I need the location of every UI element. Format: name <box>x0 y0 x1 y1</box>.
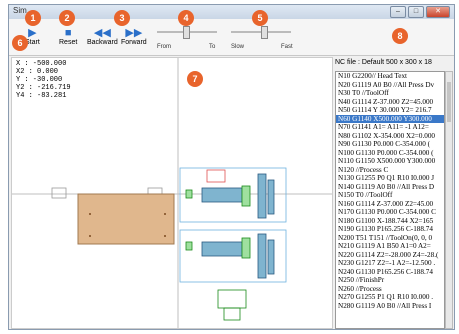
nc-line[interactable]: N190 G1130 P165.256 C-188.74 <box>336 225 444 234</box>
nc-line[interactable]: N230 G1217 Z2=-1 A2=-12.500 . <box>336 259 444 268</box>
nc-code-list[interactable]: N10 G2200// Head Text N20 G1119 A0 B0 //A… <box>335 71 445 329</box>
bottom-green-box <box>223 307 241 321</box>
from-label: From <box>157 44 171 50</box>
range-slider-thumb[interactable] <box>183 26 190 39</box>
nc-line[interactable]: N90 G1130 P0.000 C-354.000 ( <box>336 140 444 149</box>
speed-slider-thumb[interactable] <box>261 26 268 39</box>
nc-line[interactable]: N30 T0 //ToolOff <box>336 89 444 98</box>
marker: 8 <box>392 28 408 44</box>
forward-button[interactable]: ▶▶ Forward <box>121 27 147 46</box>
nc-line[interactable]: N80 G1102 X-354.000 X2=0.000 <box>336 132 444 141</box>
stop-icon: ■ <box>64 27 72 39</box>
nc-line[interactable]: N140 G1119 A0 B0 //All Press D <box>336 183 444 192</box>
lower-spindle <box>201 241 243 257</box>
fast-forward-icon: ▶▶ <box>125 27 143 39</box>
machine-drawing <box>12 58 332 328</box>
panel-hole <box>164 235 166 237</box>
title-bar: Sim... – □ ✕ <box>9 5 454 19</box>
range-slider[interactable] <box>157 26 217 39</box>
nc-line[interactable]: N20 G1119 A0 B0 //All Press Dv <box>336 81 444 90</box>
nc-line[interactable]: N210 G1119 A1 B50 A1=0 A2= <box>336 242 444 251</box>
marker: 1 <box>25 10 41 26</box>
maximize-button[interactable]: □ <box>408 6 424 18</box>
lower-vertical-unit <box>267 239 275 275</box>
nc-line[interactable]: N270 G1255 P1 Q1 R10 I0.000 . <box>336 293 444 302</box>
reset-label: Reset <box>59 39 78 46</box>
simulator-window: Sim... – □ ✕ ▶ Start ■ Reset ◀◀ Backward… <box>8 4 455 330</box>
nc-line[interactable]: N170 G1130 P0.000 C-354.000 C <box>336 208 444 217</box>
nc-line[interactable]: N10 G2200// Head Text <box>336 72 444 81</box>
nc-line[interactable]: N260 //Process <box>336 285 444 294</box>
nc-panel: NC file : Default 500 x 300 x 18 N10 G22… <box>335 57 453 329</box>
forward-label: Forward <box>121 39 147 46</box>
upper-spindle <box>201 187 243 203</box>
nc-line[interactable]: N110 G1150 X500.000 Y300.000 <box>336 157 444 166</box>
upper-green-block <box>241 185 251 207</box>
lower-vertical-unit <box>257 233 267 279</box>
speed-slider[interactable] <box>231 26 291 39</box>
nc-line[interactable]: N130 G1255 P0 Q1 R10 I0.000 J <box>336 174 444 183</box>
bottom-green-box <box>217 289 247 309</box>
left-clamp <box>51 187 67 199</box>
simulation-canvas[interactable]: X : -500.000 X2 : 0.000 Y : -30.000 Y2 :… <box>11 57 333 329</box>
backward-button[interactable]: ◀◀ Backward <box>87 27 118 46</box>
backward-label: Backward <box>87 39 118 46</box>
nc-line[interactable]: N40 G1114 Z-37.000 Z2=45.000 <box>336 98 444 107</box>
slow-label: Slow <box>231 44 245 50</box>
nc-line[interactable]: N60 G1140 X500.000 Y300.000 <box>336 114 444 123</box>
nc-line[interactable]: N240 G1130 P165.256 C-188.74 <box>336 268 444 277</box>
close-button[interactable]: ✕ <box>426 6 450 18</box>
nc-line[interactable]: N70 G1141 A1= A11= -1 A12= <box>336 123 444 132</box>
nc-line[interactable]: N100 G1130 P0.000 C-354.000 ( <box>336 149 444 158</box>
marker: 4 <box>178 10 194 26</box>
nc-line[interactable]: N50 G1114 Y 30.000 Y2= 216.7 <box>336 106 444 115</box>
nc-file-title: NC file : Default 500 x 300 x 18 <box>335 59 432 66</box>
rewind-icon: ◀◀ <box>93 27 111 39</box>
window-controls: – □ ✕ <box>390 6 450 18</box>
play-icon: ▶ <box>28 27 37 39</box>
lower-green-block <box>185 241 193 251</box>
nc-line[interactable]: N200 T51 T151 //ToolOn(0, 0, 0 <box>336 234 444 243</box>
upper-vertical-unit <box>257 173 267 219</box>
upper-vertical-unit <box>267 179 275 215</box>
nc-line[interactable]: N250 //FinishPr <box>336 276 444 285</box>
nc-line[interactable]: N280 G1119 A0 B0 //All Press I <box>336 302 444 311</box>
marker: 7 <box>187 71 203 87</box>
nc-line[interactable]: N120 //Process C <box>336 166 444 175</box>
panel-hole <box>89 213 91 215</box>
panel-hole <box>164 213 166 215</box>
upper-head-marker <box>206 169 226 183</box>
marker: 5 <box>252 10 268 26</box>
to-label: To <box>209 44 216 50</box>
nc-line[interactable]: N180 G1100 X-188.744 X2=165 <box>336 217 444 226</box>
toolbar: ▶ Start ■ Reset ◀◀ Backward ▶▶ Forward F… <box>9 19 454 56</box>
fast-label: Fast <box>281 44 293 50</box>
reset-button[interactable]: ■ Reset <box>59 27 77 46</box>
nc-line[interactable]: N160 G1114 Z-37.000 Z2=45.00 <box>336 200 444 209</box>
nc-line[interactable]: N150 T0 //ToolOff <box>336 191 444 200</box>
panel-hole <box>89 235 91 237</box>
nc-line[interactable]: N220 G1114 Z2=-28.000 Z4=-28.( <box>336 251 444 260</box>
upper-green-block <box>185 189 193 199</box>
lower-green-block <box>241 237 251 259</box>
minimize-button[interactable]: – <box>390 6 406 18</box>
marker: 2 <box>59 10 75 26</box>
wood-panel <box>77 193 175 245</box>
nc-scrollbar-thumb[interactable] <box>447 82 451 122</box>
nc-scrollbar[interactable] <box>445 71 453 329</box>
marker: 3 <box>114 10 130 26</box>
marker: 6 <box>12 35 28 51</box>
